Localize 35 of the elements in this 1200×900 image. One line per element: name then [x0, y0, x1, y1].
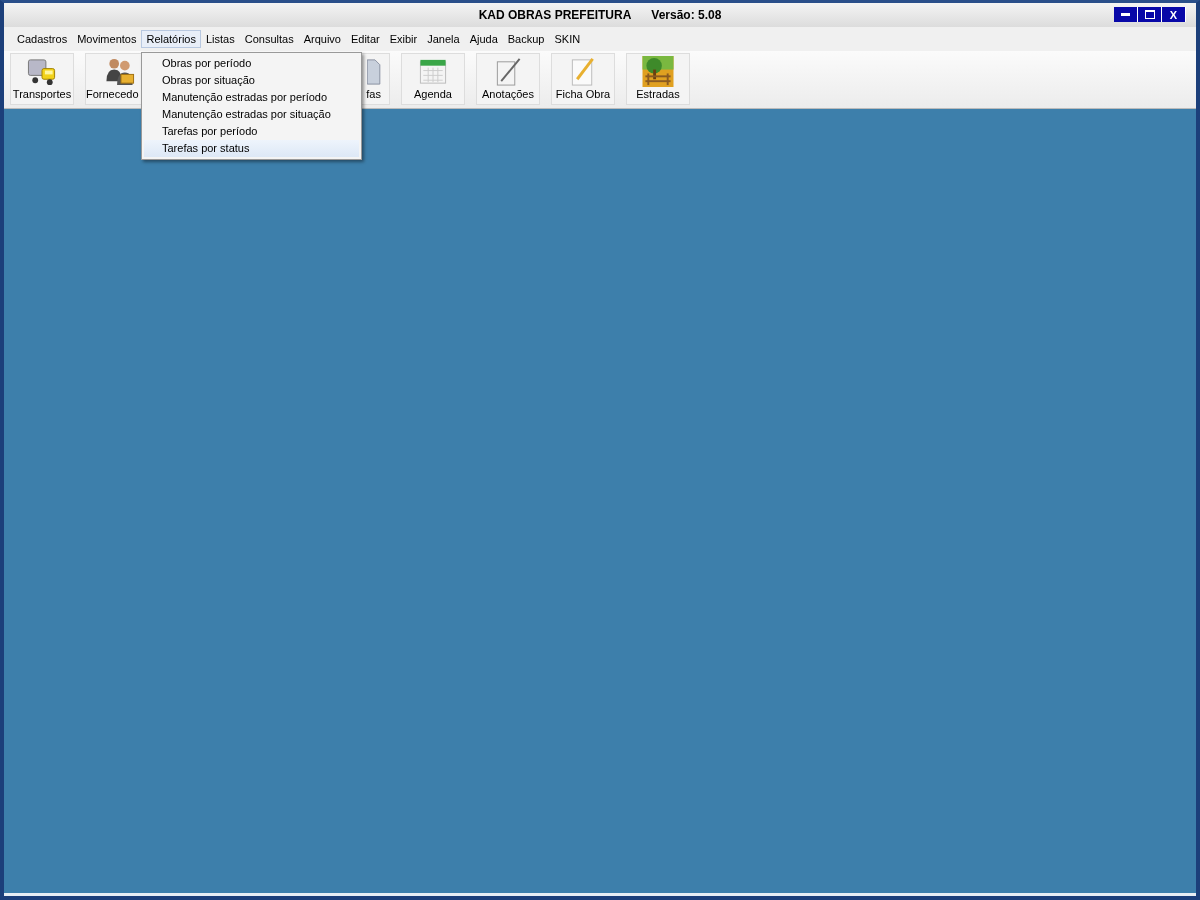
- toolbar-button[interactable]: Fornecedo: [85, 53, 141, 105]
- menu-item[interactable]: Cadastros: [12, 30, 73, 48]
- menu-option[interactable]: Obras por período: [144, 55, 359, 72]
- menu-item[interactable]: Janela: [422, 30, 465, 48]
- landscape-icon: [642, 56, 674, 87]
- menu-item[interactable]: Arquivo: [298, 30, 346, 48]
- minimize-icon: [1121, 13, 1130, 16]
- document-icon: [367, 56, 381, 87]
- menu-item[interactable]: Ajuda: [464, 30, 503, 48]
- maximize-icon: [1144, 10, 1155, 19]
- version-label: Versão: 5.08: [651, 8, 722, 22]
- maximize-button[interactable]: [1138, 7, 1162, 22]
- menu-item[interactable]: Listas: [200, 30, 240, 48]
- menu-option[interactable]: Manutenção estradas por situação: [144, 106, 359, 123]
- minimize-button[interactable]: [1114, 7, 1138, 22]
- toolbar-button[interactable]: Transportes: [10, 53, 74, 105]
- menu-item[interactable]: SKIN: [549, 30, 586, 48]
- menu-option[interactable]: Manutenção estradas por período: [144, 89, 359, 106]
- menu-item[interactable]: Backup: [502, 30, 550, 48]
- toolbar-button[interactable]: Ficha Obra: [551, 53, 615, 105]
- menu-item[interactable]: Movimentos: [72, 30, 142, 48]
- menu-item[interactable]: Exibir: [384, 30, 423, 48]
- truck-icon: [26, 56, 58, 87]
- menu-option[interactable]: Obras por situação: [144, 72, 359, 89]
- menu-option[interactable]: Tarefas por período: [144, 123, 359, 140]
- menu-item[interactable]: Editar: [345, 30, 385, 48]
- toolbar-button[interactable]: Estradas: [626, 53, 690, 105]
- toolbar-button[interactable]: Agenda: [401, 53, 465, 105]
- menu-item[interactable]: Relatórios: [141, 30, 201, 48]
- people-icon: [104, 56, 136, 87]
- menu-item[interactable]: Consultas: [239, 30, 299, 48]
- toolbar-button[interactable]: Anotações: [476, 53, 540, 105]
- window-title: KAD OBRAS PREFEITURA: [478, 8, 632, 22]
- close-button[interactable]: X: [1162, 7, 1186, 22]
- menu-option[interactable]: Tarefas por status: [144, 140, 359, 157]
